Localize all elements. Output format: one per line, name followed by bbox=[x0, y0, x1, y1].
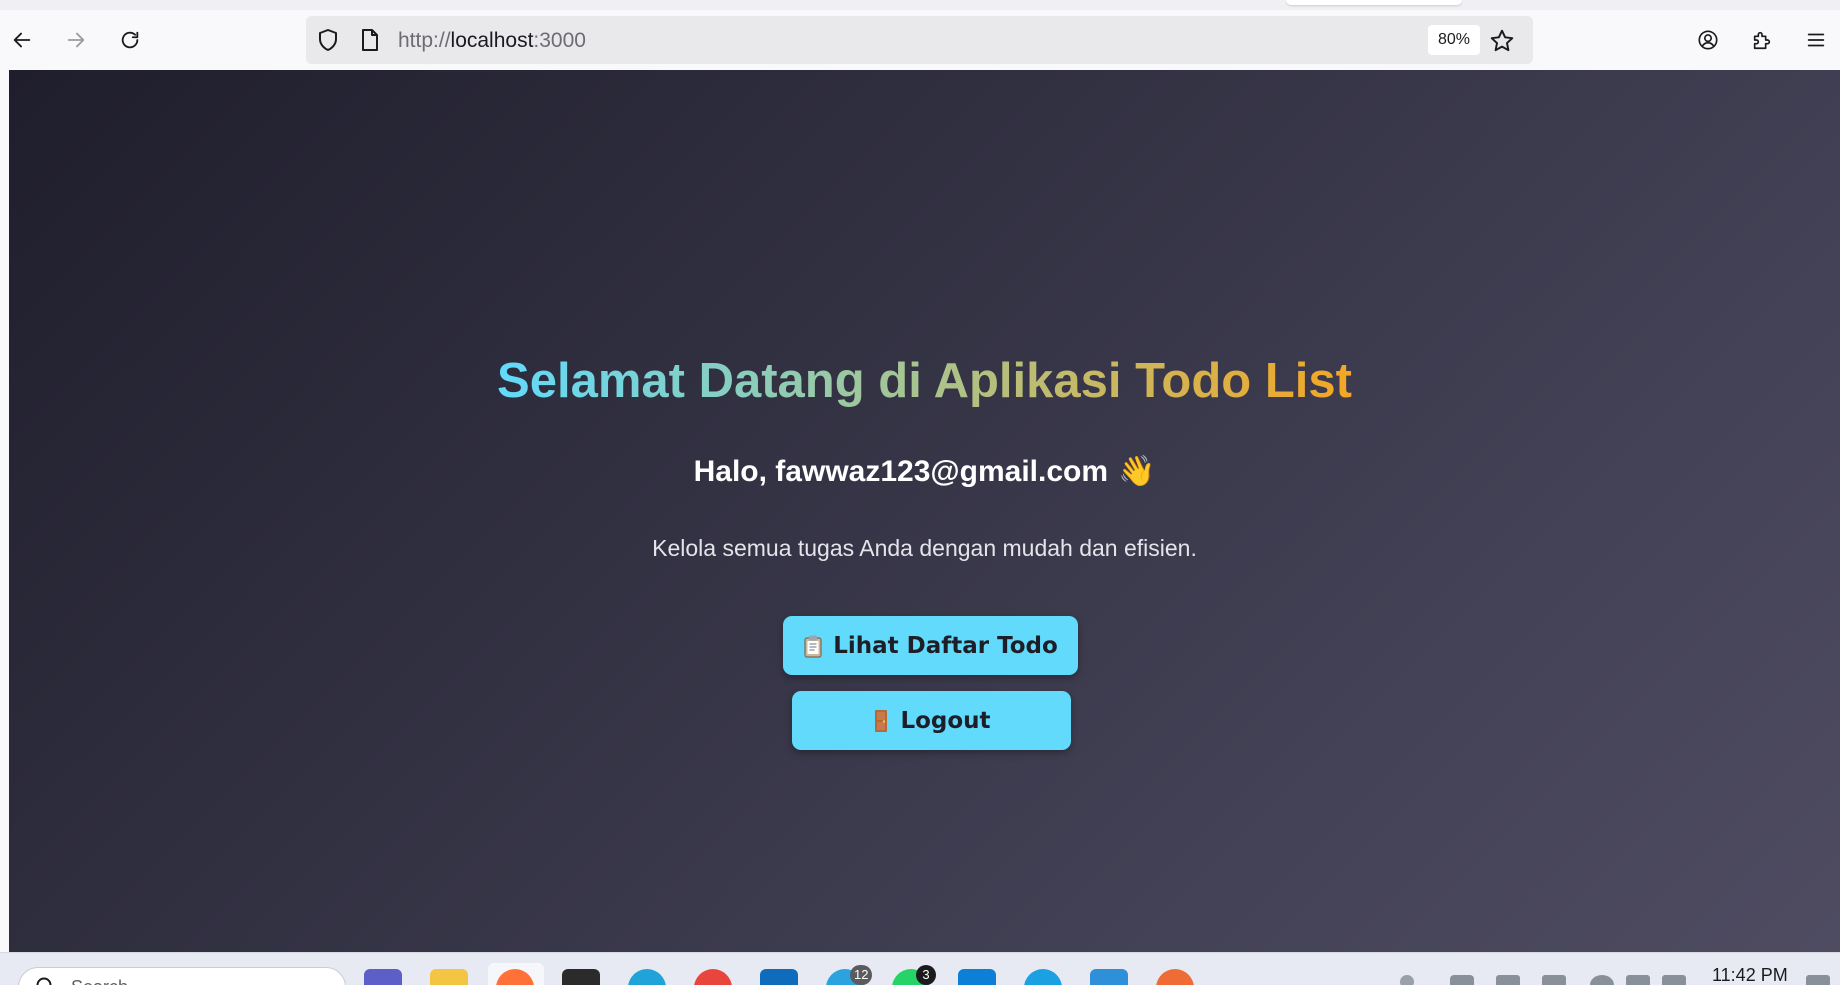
view-todo-list-label: Lihat Daftar Todo bbox=[833, 632, 1058, 659]
wifi-icon[interactable] bbox=[1590, 975, 1614, 985]
terminal-icon[interactable] bbox=[562, 969, 600, 985]
app-menu-button[interactable] bbox=[1796, 22, 1836, 58]
chrome-icon[interactable] bbox=[694, 969, 732, 985]
tracking-protection-shield-icon[interactable] bbox=[316, 28, 340, 52]
navigation-toolbar: http://localhost:3000 80% bbox=[0, 10, 1840, 70]
url-host: localhost bbox=[450, 29, 534, 52]
zoom-level-badge[interactable]: 80% bbox=[1428, 25, 1481, 55]
user-greeting: Halo, fawwaz123@gmail.com 👋 bbox=[9, 454, 1840, 489]
welcome-section: Selamat Datang di Aplikasi Todo List Hal… bbox=[9, 70, 1840, 952]
display-icon[interactable] bbox=[1542, 975, 1566, 985]
teams-icon[interactable] bbox=[364, 969, 402, 985]
edge-icon[interactable] bbox=[628, 969, 666, 985]
view-todo-list-button[interactable]: Lihat Daftar Todo bbox=[783, 616, 1078, 675]
tray-app-icon[interactable] bbox=[1450, 975, 1474, 985]
whatsapp-unread-badge: 3 bbox=[916, 965, 936, 985]
taskbar-clock[interactable]: 11:42 PM bbox=[1712, 965, 1788, 985]
page-viewport: Selamat Datang di Aplikasi Todo List Hal… bbox=[9, 70, 1840, 952]
puzzle-piece-icon bbox=[1753, 31, 1771, 50]
address-bar[interactable]: http://localhost:3000 80% bbox=[306, 16, 1533, 64]
search-icon bbox=[36, 977, 52, 985]
logout-button[interactable]: Logout bbox=[792, 691, 1071, 750]
forward-arrow-icon bbox=[67, 32, 85, 48]
logout-label: Logout bbox=[900, 707, 991, 734]
taskbar-search-placeholder: Search bbox=[71, 977, 128, 985]
forward-button[interactable] bbox=[56, 22, 96, 58]
hamburger-menu-icon bbox=[1807, 33, 1825, 47]
active-tab-edge[interactable] bbox=[1286, 0, 1462, 5]
windows-taskbar: Search 12 3 11:42 PM bbox=[0, 952, 1840, 985]
taskbar-search-box[interactable]: Search bbox=[18, 967, 346, 985]
show-hidden-icons-chevron-icon[interactable] bbox=[1400, 975, 1414, 985]
url-scheme: http:// bbox=[398, 29, 451, 52]
file-explorer-icon[interactable] bbox=[430, 969, 468, 985]
window-left-edge bbox=[0, 70, 9, 952]
window-top-strip bbox=[0, 0, 1840, 10]
account-icon bbox=[1698, 30, 1718, 50]
page-subtitle: Kelola semua tugas Anda dengan mudah dan… bbox=[652, 535, 1197, 561]
page-title: Selamat Datang di Aplikasi Todo List bbox=[9, 353, 1840, 409]
page-title-text: Selamat Datang di Aplikasi Todo List bbox=[497, 354, 1352, 408]
back-arrow-icon bbox=[13, 32, 31, 48]
notification-center-icon[interactable] bbox=[1806, 975, 1830, 985]
reload-button[interactable] bbox=[110, 22, 150, 58]
outlook-icon[interactable] bbox=[760, 969, 798, 985]
extensions-button[interactable] bbox=[1742, 22, 1782, 58]
vscode-icon[interactable] bbox=[958, 969, 996, 985]
url-text[interactable]: http://localhost:3000 bbox=[398, 29, 586, 53]
notepad-icon[interactable] bbox=[1090, 969, 1128, 985]
back-button[interactable] bbox=[2, 22, 42, 58]
keyboard-icon[interactable] bbox=[1496, 975, 1520, 985]
bookmark-star-icon[interactable] bbox=[1488, 27, 1516, 55]
postman-icon[interactable] bbox=[1156, 969, 1194, 985]
page-info-icon[interactable] bbox=[358, 28, 382, 52]
greeting-text: Halo, fawwaz123@gmail.com bbox=[693, 455, 1109, 488]
account-button[interactable] bbox=[1688, 22, 1728, 58]
telegram-unread-badge: 12 bbox=[850, 965, 873, 985]
waving-hand-icon: 👋 bbox=[1118, 455, 1156, 488]
url-port: :3000 bbox=[533, 29, 586, 52]
reload-icon bbox=[121, 31, 139, 49]
door-icon bbox=[872, 709, 890, 733]
cloud-app-icon[interactable] bbox=[1024, 969, 1062, 985]
clipboard-icon bbox=[803, 634, 823, 658]
battery-icon[interactable] bbox=[1662, 975, 1686, 985]
volume-icon[interactable] bbox=[1626, 975, 1650, 985]
